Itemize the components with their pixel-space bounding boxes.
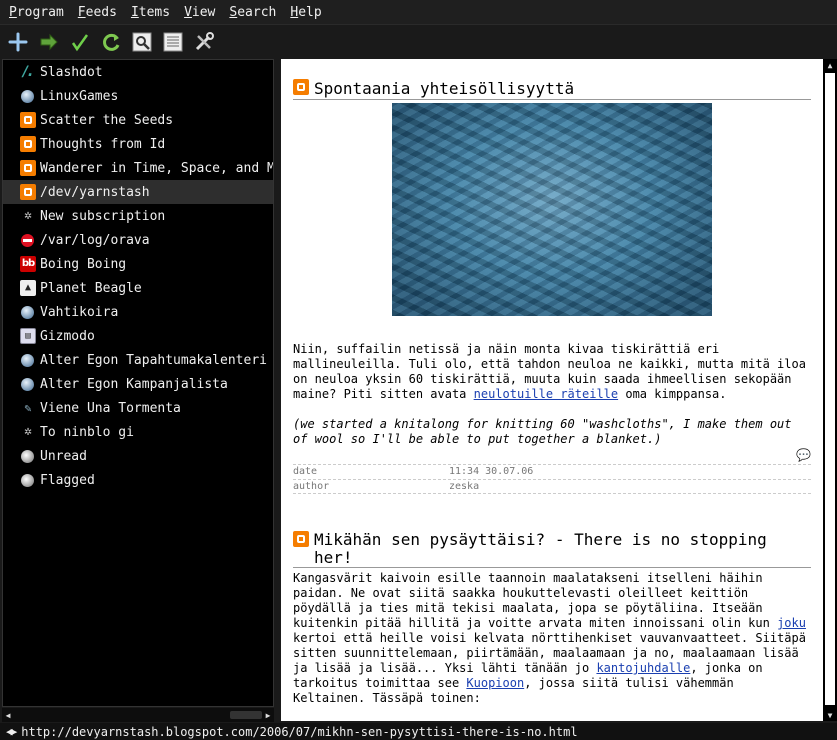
comment-icon[interactable]: 💬 [293, 448, 811, 464]
menu-items[interactable]: Items [131, 5, 170, 20]
article-body: Kangasvärit kaivoin esille taannoin maal… [293, 571, 806, 705]
article-title[interactable]: Mikähän sen pysäyttäisi? - There is no s… [293, 531, 811, 568]
feed-item-alter-egon-kampanjalista[interactable]: Alter Egon Kampanjalista [3, 372, 273, 396]
scroll-down-icon[interactable]: ▼ [823, 709, 837, 721]
menu-search[interactable]: Search [229, 5, 276, 20]
feed-item-wanderer[interactable]: Wanderer in Time, Space, and M [3, 156, 273, 180]
feed-item-flagged[interactable]: Flagged [3, 468, 273, 492]
search-folder-icon [21, 449, 34, 463]
scroll-up-icon[interactable]: ▲ [823, 59, 837, 71]
find-button[interactable] [129, 29, 155, 55]
status-bar: ◀▶ http://devyarnstash.blogspot.com/2006… [0, 723, 837, 740]
feed-item-scatter-the-seeds[interactable]: Scatter the Seeds [3, 108, 273, 132]
scroll-thumb[interactable] [825, 73, 835, 705]
article-body: Niin, suffailin netissä ja näin monta ki… [293, 342, 806, 401]
feed-item-planet-beagle[interactable]: ▲ Planet Beagle [3, 276, 273, 300]
search-icon [132, 32, 152, 51]
feed-item-linuxgames[interactable]: LinuxGames [3, 84, 273, 108]
add-button[interactable] [5, 29, 31, 55]
feed-item-dev-yarnstash[interactable]: /dev/yarnstash [3, 180, 273, 204]
blogger-icon [20, 184, 36, 200]
blogger-icon [20, 112, 36, 128]
article-vertical-scrollbar[interactable]: ▲ ▼ [823, 59, 837, 721]
feed-item-new-subscription[interactable]: ✲ New subscription [3, 204, 273, 228]
article-note: (we started a knitalong for knitting 60 … [293, 417, 792, 446]
scroll-right-icon[interactable]: ▶ [262, 708, 274, 722]
boingboing-icon: bb [20, 256, 36, 272]
knitting-photo [392, 103, 712, 316]
globe-icon [21, 89, 34, 103]
blogger-icon [20, 136, 36, 152]
article-link[interactable]: kantojuhdalle [596, 661, 690, 675]
refresh-button[interactable] [98, 29, 124, 55]
pane-splitter[interactable] [275, 59, 280, 723]
forward-arrow-icon [40, 33, 58, 50]
refresh-icon [103, 33, 120, 51]
pen-icon: ✎ [24, 401, 32, 415]
feed-item-boing-boing[interactable]: bb Boing Boing [3, 252, 273, 276]
menu-feeds[interactable]: Feeds [78, 5, 117, 20]
article: Mikähän sen pysäyttäisi? - There is no s… [281, 531, 823, 721]
blogger-icon [293, 79, 309, 95]
scroll-left-icon[interactable]: ◀ [2, 708, 14, 722]
menu-view[interactable]: View [184, 5, 215, 20]
article-view: Spontaania yhteisöllisyyttä Niin, suffai… [281, 59, 823, 721]
error-icon [21, 233, 34, 247]
globe-icon [21, 305, 34, 319]
article-link[interactable]: Kuopioon [466, 676, 524, 690]
search-folder-icon [21, 473, 34, 487]
article-meta: date 11:34 30.07.06 author zeska [293, 464, 811, 494]
globe-icon [21, 353, 34, 367]
feed-list-horizontal-scrollbar[interactable]: ◀ ▶ [2, 708, 274, 722]
meta-key: date [293, 466, 318, 477]
article-link[interactable]: joku [777, 616, 806, 630]
feed-list[interactable]: /. Slashdot LinuxGames Scatter the Seeds … [2, 59, 274, 707]
list-icon [163, 32, 183, 51]
menu-help[interactable]: Help [290, 5, 321, 20]
tools-icon [195, 31, 214, 50]
scroll-thumb[interactable] [230, 711, 262, 719]
check-icon [71, 33, 89, 51]
menu-bar: Program Feeds Items View Search Help [0, 0, 837, 24]
feed-item-to-ninblo-gi[interactable]: ✲ To ninblo gi [3, 420, 273, 444]
meta-value: 11:34 30.07.06 [449, 466, 534, 477]
feed-item-viene-una-tormenta[interactable]: ✎ Viene Una Tormenta [3, 396, 273, 420]
status-url: http://devyarnstash.blogspot.com/2006/07… [21, 724, 578, 739]
feed-item-gizmodo[interactable]: ▤ Gizmodo [3, 324, 273, 348]
mark-read-button[interactable] [67, 29, 93, 55]
blogger-icon [293, 531, 309, 547]
feed-item-slashdot[interactable]: /. Slashdot [3, 60, 273, 84]
satellite-icon: ✲ [24, 208, 32, 223]
feed-item-thoughts-from-id[interactable]: Thoughts from Id [3, 132, 273, 156]
tux-icon: ▲ [20, 280, 36, 296]
toolbar [0, 24, 837, 58]
article-link[interactable]: neulotuille räteille [474, 387, 619, 401]
article: Spontaania yhteisöllisyyttä Niin, suffai… [281, 79, 823, 494]
meta-key: author [293, 481, 330, 492]
globe-icon [21, 377, 34, 391]
meta-value: zeska [449, 481, 480, 492]
satellite-icon: ✲ [24, 424, 32, 439]
feed-item-vahtikoira[interactable]: Vahtikoira [3, 300, 273, 324]
feed-list-button[interactable] [160, 29, 186, 55]
add-icon [8, 32, 28, 51]
slashdot-icon: /. [22, 64, 34, 80]
feed-item-alter-egon-tapahtumakalenteri[interactable]: Alter Egon Tapahtumakalenteri [3, 348, 273, 372]
gizmodo-icon: ▤ [20, 328, 36, 344]
link-icon: ◀▶ [6, 725, 17, 738]
feed-item-unread[interactable]: Unread [3, 444, 273, 468]
menu-program[interactable]: Program [9, 5, 64, 20]
blogger-icon [20, 160, 36, 176]
article-title[interactable]: Spontaania yhteisöllisyyttä [293, 79, 811, 100]
feed-item-var-log-orava[interactable]: /var/log/orava [3, 228, 273, 252]
preferences-button[interactable] [191, 29, 217, 55]
next-unread-button[interactable] [36, 29, 62, 55]
